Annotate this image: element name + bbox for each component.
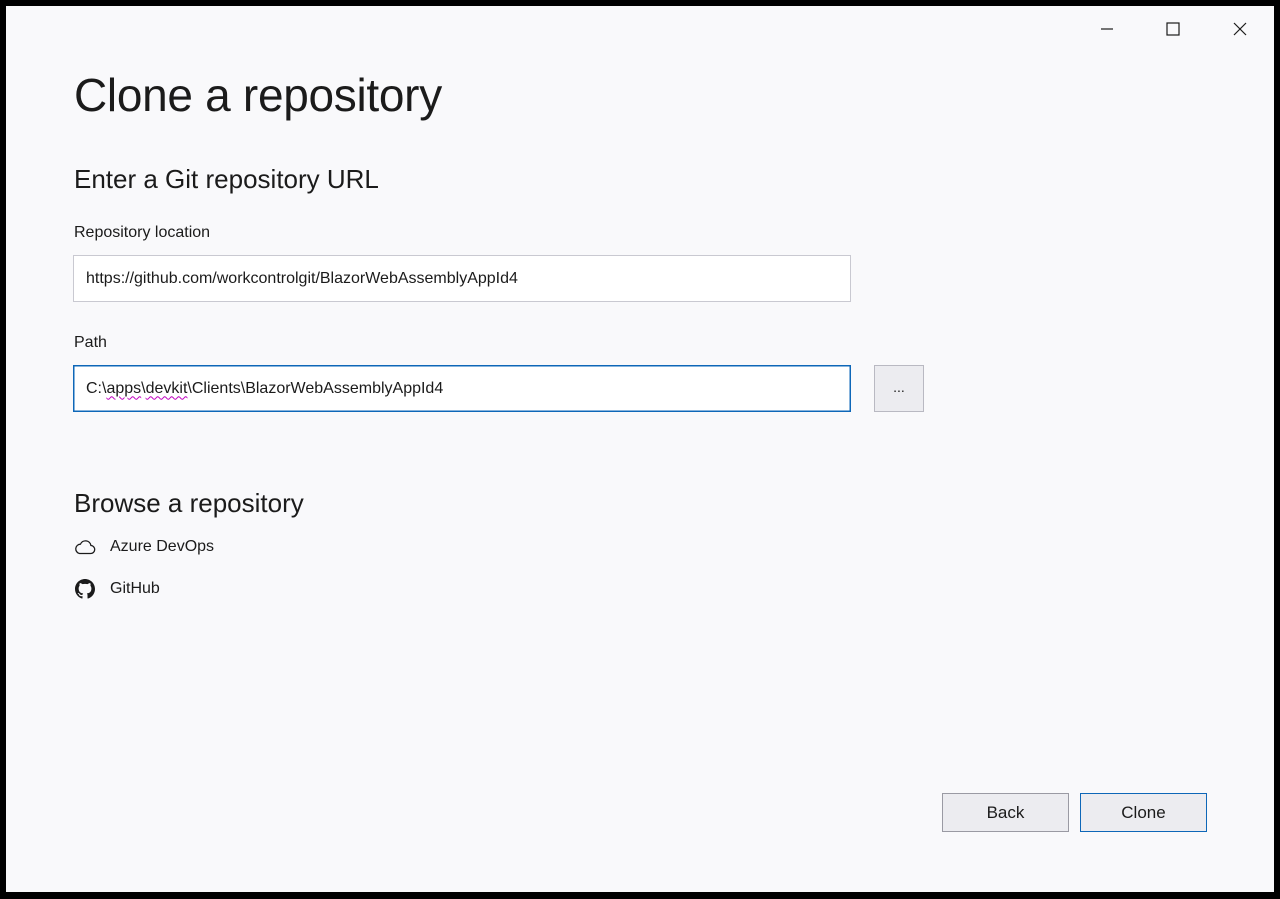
cloud-icon: [74, 536, 96, 558]
repository-location-label: Repository location: [74, 224, 211, 241]
repository-location-value: https://github.com/workcontrolgit/Blazor…: [86, 269, 518, 287]
provider-label: GitHub: [110, 580, 160, 597]
minimize-button[interactable]: [1074, 6, 1140, 52]
path-value: C:\apps\devkit\Clients\BlazorWebAssembly…: [86, 379, 444, 397]
provider-azure-devops[interactable]: Azure DevOps: [74, 534, 214, 560]
clone-repository-window: Clone a repository Enter a Git repositor…: [6, 6, 1274, 892]
browse-repository-heading: Browse a repository: [74, 488, 304, 518]
close-icon: [1233, 22, 1247, 36]
provider-label: Azure DevOps: [110, 538, 215, 555]
maximize-button[interactable]: [1140, 6, 1206, 52]
clone-button[interactable]: Clone: [1080, 793, 1207, 832]
github-icon: [74, 578, 96, 600]
maximize-icon: [1166, 22, 1180, 36]
section-subtitle: Enter a Git repository URL: [74, 164, 379, 194]
page-title: Clone a repository: [74, 69, 442, 121]
minimize-icon: [1101, 28, 1113, 30]
close-button[interactable]: [1207, 6, 1273, 52]
repository-location-input[interactable]: https://github.com/workcontrolgit/Blazor…: [73, 255, 851, 302]
back-button[interactable]: Back: [942, 793, 1069, 832]
provider-github[interactable]: GitHub: [74, 576, 160, 602]
path-label: Path: [74, 334, 107, 351]
browse-path-button[interactable]: ...: [874, 365, 924, 412]
path-input[interactable]: C:\apps\devkit\Clients\BlazorWebAssembly…: [73, 365, 851, 412]
